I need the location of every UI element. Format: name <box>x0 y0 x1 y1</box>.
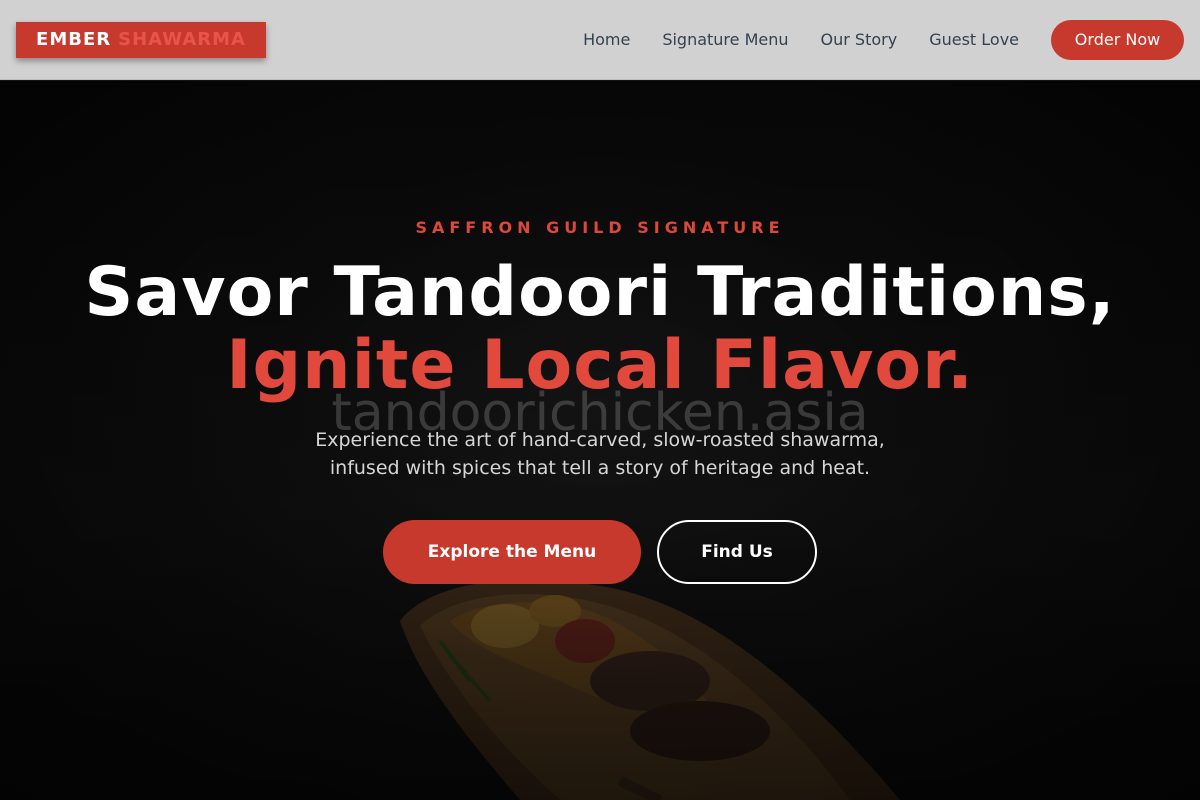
hero-content: SAFFRON GUILD SIGNATURE Savor Tandoori T… <box>0 81 1200 800</box>
brand-word-ember: EMBER <box>36 29 112 50</box>
nav-link-signature-menu[interactable]: Signature Menu <box>662 30 788 49</box>
nav-link-our-story[interactable]: Our Story <box>821 30 898 49</box>
top-navbar: EMBER SHAWARMA Home Signature Menu Our S… <box>0 0 1200 80</box>
watermark-text: tandoorichicken.asia <box>331 383 869 443</box>
nav-link-home[interactable]: Home <box>583 30 630 49</box>
hero-eyebrow: SAFFRON GUILD SIGNATURE <box>415 218 785 237</box>
hero-description-line2: infused with spices that tell a story of… <box>329 457 871 479</box>
brand-logo[interactable]: EMBER SHAWARMA <box>16 21 266 58</box>
nav-link-guest-love[interactable]: Guest Love <box>929 30 1019 49</box>
explore-menu-button[interactable]: Explore the Menu <box>383 520 641 584</box>
hero-section: SAFFRON GUILD SIGNATURE Savor Tandoori T… <box>0 81 1200 800</box>
main-nav: Home Signature Menu Our Story Guest Love… <box>583 19 1184 60</box>
hero-headline-line1: Savor Tandoori Traditions, <box>84 253 1116 332</box>
order-now-button[interactable]: Order Now <box>1051 19 1184 60</box>
find-us-button[interactable]: Find Us <box>657 520 817 584</box>
hero-buttons: Explore the Menu Find Us <box>383 520 817 584</box>
brand-word-shawarma: SHAWARMA <box>118 29 246 50</box>
